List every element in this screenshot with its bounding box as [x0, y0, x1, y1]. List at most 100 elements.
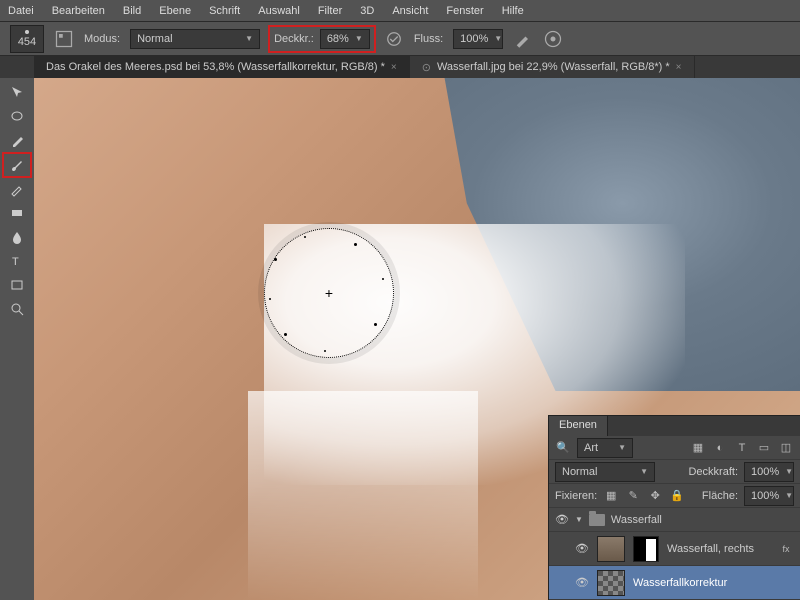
menu-item[interactable]: 3D — [360, 5, 374, 17]
type-filter-icon[interactable]: T — [734, 440, 750, 456]
close-icon[interactable]: × — [391, 62, 397, 73]
disclosure-triangle-icon[interactable]: ▼ — [575, 515, 583, 524]
menu-item[interactable]: Ansicht — [392, 5, 428, 17]
menu-item[interactable]: Ebene — [159, 5, 191, 17]
foam-area — [248, 391, 478, 600]
search-icon[interactable]: 🔍 — [555, 440, 571, 456]
filter-value: Art — [584, 442, 598, 454]
layer-blend-select[interactable]: Normal ▼ — [555, 462, 655, 482]
rectangle-tool[interactable] — [4, 274, 30, 296]
eyedropper-tool[interactable] — [4, 130, 30, 152]
fill-input[interactable]: 100% ▼ — [744, 486, 794, 506]
lasso-tool[interactable] — [4, 106, 30, 128]
chevron-down-icon: ▼ — [355, 34, 363, 43]
blend-value: Normal — [562, 466, 597, 478]
filter-type-select[interactable]: Art ▼ — [577, 438, 633, 458]
visibility-icon[interactable]: 👁 — [575, 542, 589, 555]
menu-item[interactable]: Schrift — [209, 5, 240, 17]
visibility-icon[interactable]: 👁 — [555, 513, 569, 526]
layer-thumbnail[interactable] — [597, 570, 625, 596]
menu-item[interactable]: Datei — [8, 5, 34, 17]
lock-label: Fixieren: — [555, 490, 597, 502]
layer-group[interactable]: 👁 ▼ Wasserfall — [549, 508, 800, 532]
shape-filter-icon[interactable]: ▭ — [756, 440, 772, 456]
options-bar: 454 Modus: Normal▼ Deckkr.: 68%▼ Fluss: … — [0, 22, 800, 56]
layer-effects-icon[interactable]: fx — [778, 541, 794, 557]
visibility-icon[interactable]: 👁 — [575, 576, 589, 589]
layer-item[interactable]: 👁 Wasserfall, rechts fx — [549, 532, 800, 566]
chevron-down-icon: ▼ — [494, 34, 502, 43]
document-tabs: Das Orakel des Meeres.psd bei 53,8% (Was… — [0, 56, 800, 78]
adjustment-filter-icon[interactable]: ◐ — [712, 440, 728, 456]
lock-pixels-icon[interactable]: ✎ — [625, 488, 641, 504]
tab-title: Wasserfall.jpg bei 22,9% (Wasserfall, RG… — [437, 61, 670, 73]
blend-mode-select[interactable]: Normal ▼ — [130, 29, 260, 49]
type-tool[interactable]: T — [4, 250, 30, 272]
layer-opacity-value: 100% — [751, 466, 779, 478]
layer-name: Wasserfall, rechts — [667, 543, 754, 555]
chevron-down-icon: ▼ — [785, 467, 793, 476]
menu-item[interactable]: Filter — [318, 5, 342, 17]
menu-item[interactable]: Hilfe — [502, 5, 524, 17]
pixel-filter-icon[interactable]: ▦ — [690, 440, 706, 456]
opacity-input[interactable]: 68% ▼ — [320, 29, 370, 49]
spatter-dot — [324, 350, 326, 352]
svg-text:T: T — [12, 256, 19, 268]
chevron-down-icon: ▼ — [618, 443, 626, 452]
blur-tool[interactable] — [4, 226, 30, 248]
spatter-dot — [354, 243, 357, 246]
layer-opacity-label: Deckkraft: — [688, 466, 738, 478]
layer-item-selected[interactable]: 👁 Wasserfallkorrektur — [549, 566, 800, 600]
lock-row: Fixieren: ▦ ✎ ✥ 🔒 Fläche: 100%▼ — [549, 484, 800, 508]
lock-transparency-icon[interactable]: ▦ — [603, 488, 619, 504]
layer-mask-thumbnail[interactable] — [633, 536, 659, 562]
chevron-down-icon: ▼ — [245, 34, 253, 43]
mode-value: Normal — [137, 33, 172, 45]
history-brush-tool[interactable] — [4, 178, 30, 200]
chevron-down-icon: ▼ — [785, 491, 793, 500]
pressure-opacity-icon[interactable] — [384, 29, 404, 49]
spatter-dot — [374, 323, 377, 326]
folder-icon — [589, 514, 605, 526]
brush-dot-icon — [25, 30, 29, 34]
pressure-size-icon[interactable] — [543, 29, 563, 49]
panel-tabs: Ebenen — [549, 416, 800, 436]
spatter-dot — [269, 298, 271, 300]
airbrush-icon[interactable] — [513, 29, 533, 49]
brush-preset-picker[interactable]: 454 — [10, 25, 44, 53]
menu-item[interactable]: Bild — [123, 5, 141, 17]
gradient-tool[interactable] — [4, 202, 30, 224]
fill-value: 100% — [751, 490, 779, 502]
brush-tool[interactable] — [4, 154, 30, 176]
menu-item[interactable]: Fenster — [446, 5, 483, 17]
brush-cursor — [264, 228, 394, 358]
lock-position-icon[interactable]: ✥ — [647, 488, 663, 504]
close-icon[interactable]: × — [676, 62, 682, 73]
zoom-tool[interactable] — [4, 298, 30, 320]
brush-panel-icon[interactable] — [54, 29, 74, 49]
layer-thumbnail[interactable] — [597, 536, 625, 562]
menu-item[interactable]: Auswahl — [258, 5, 300, 17]
menu-item[interactable]: Bearbeiten — [52, 5, 105, 17]
layers-panel: Ebenen 🔍 Art ▼ ▦ ◐ T ▭ ◫ Normal ▼ Deckkraf… — [548, 415, 800, 600]
main-menu: Datei Bearbeiten Bild Ebene Schrift Ausw… — [0, 0, 800, 22]
layers-tab[interactable]: Ebenen — [549, 416, 608, 436]
mode-label: Modus: — [84, 33, 120, 45]
layer-opacity-input[interactable]: 100% ▼ — [744, 462, 794, 482]
document-tab[interactable]: ⊙Wasserfall.jpg bei 22,9% (Wasserfall, R… — [410, 56, 695, 78]
tools-panel: T — [0, 78, 34, 600]
flow-label: Fluss: — [414, 33, 443, 45]
chevron-down-icon: ▼ — [640, 467, 648, 476]
document-tab-active[interactable]: Das Orakel des Meeres.psd bei 53,8% (Was… — [34, 56, 410, 78]
layer-filter-row: 🔍 Art ▼ ▦ ◐ T ▭ ◫ — [549, 436, 800, 460]
spatter-dot — [304, 236, 306, 238]
layer-name: Wasserfallkorrektur — [633, 577, 727, 589]
group-name: Wasserfall — [611, 514, 662, 526]
smart-filter-icon[interactable]: ◫ — [778, 440, 794, 456]
opacity-value: 68% — [327, 33, 349, 45]
opacity-label: Deckkr.: — [274, 33, 314, 45]
move-tool[interactable] — [4, 82, 30, 104]
lock-all-icon[interactable]: 🔒 — [669, 488, 685, 504]
spatter-dot — [274, 258, 277, 261]
flow-input[interactable]: 100%▼ — [453, 29, 503, 49]
